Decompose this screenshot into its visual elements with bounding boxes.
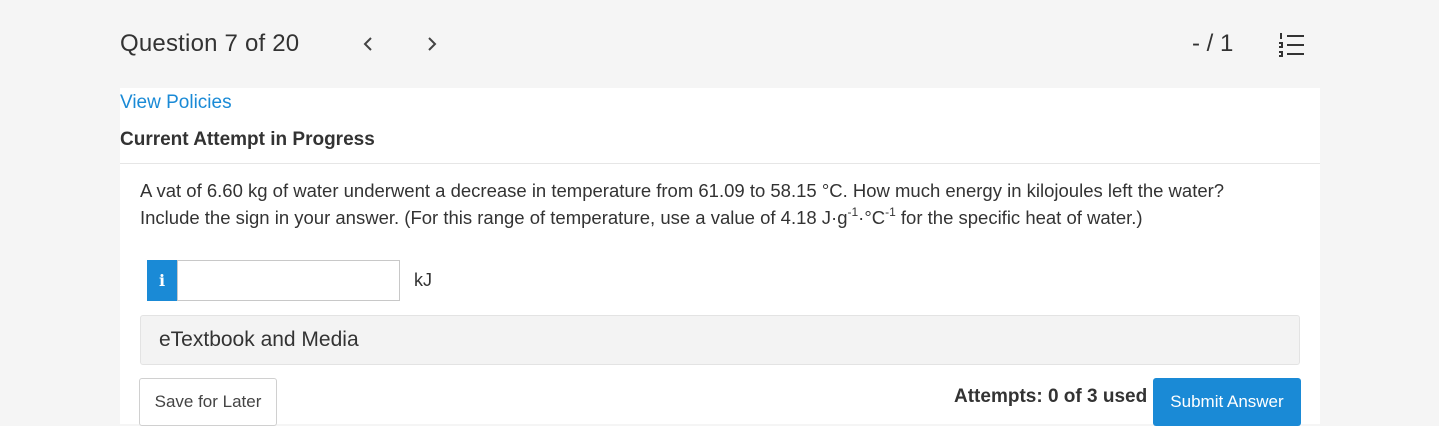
question-text-part: ·°C	[858, 207, 886, 228]
superscript: -1	[885, 204, 896, 219]
question-panel: View Policies Current Attempt in Progres…	[120, 88, 1320, 426]
view-policies-link[interactable]: View Policies	[120, 92, 232, 114]
question-score: - / 1	[1192, 30, 1234, 57]
attempt-heading: Current Attempt in Progress	[120, 129, 375, 150]
submit-answer-button[interactable]: Submit Answer	[1153, 378, 1301, 426]
superscript: -1	[847, 204, 859, 219]
save-for-later-button[interactable]: Save for Later	[139, 378, 277, 426]
unit-label: kJ	[414, 270, 432, 290]
question-header: Question 7 of 20 - / 1	[0, 0, 1439, 88]
next-question-button[interactable]	[420, 30, 444, 58]
question-text-part: for the specific heat of water.)	[895, 207, 1143, 228]
divider	[120, 163, 1320, 164]
previous-question-button[interactable]	[356, 30, 380, 58]
etextbook-media-label: eTextbook and Media	[159, 328, 359, 351]
numbered-list-icon	[1279, 33, 1304, 57]
info-icon[interactable]: i	[147, 260, 177, 301]
question-text: A vat of 6.60 kg of water underwent a de…	[140, 177, 1260, 231]
etextbook-media-section[interactable]: eTextbook and Media	[140, 315, 1300, 365]
question-list-button[interactable]	[1278, 32, 1306, 58]
attempts-counter: Attempts: 0 of 3 used	[954, 386, 1148, 407]
chevron-right-icon	[428, 37, 437, 51]
question-counter: Question 7 of 20	[120, 30, 300, 57]
chevron-left-icon	[363, 37, 372, 51]
answer-input[interactable]	[177, 260, 400, 301]
